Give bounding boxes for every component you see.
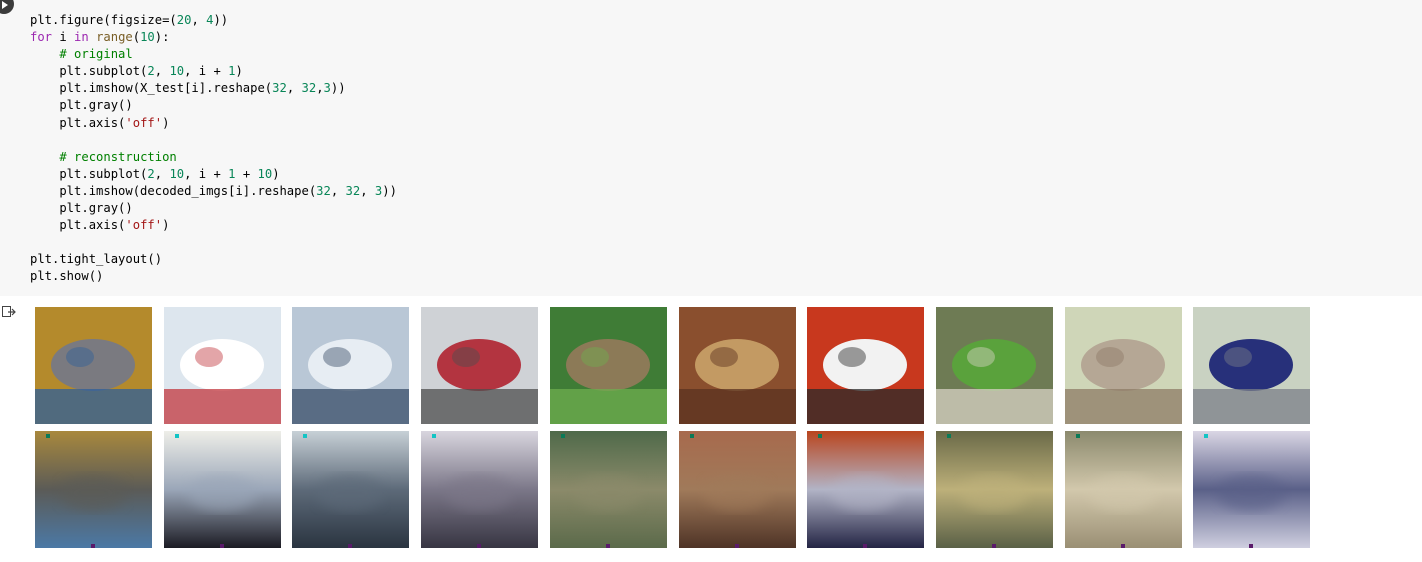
code-line: plt.subplot(2, 10, i + 1 + 10) (30, 166, 280, 181)
original-image-cat (1064, 307, 1182, 424)
original-image-automobile (1193, 307, 1311, 424)
original-image-airplane (421, 307, 539, 424)
code-line: plt.axis('off') (30, 115, 170, 130)
original-image-ship (163, 307, 281, 424)
code-line: plt.tight_layout() (30, 252, 163, 267)
reconstructed-image (1193, 431, 1311, 548)
reconstructed-image (421, 431, 539, 548)
reconstructed-image (35, 431, 152, 548)
code-line: plt.subplot(2, 10, i + 1) (30, 64, 243, 79)
original-image-cat (35, 307, 152, 424)
code-line: plt.imshow(decoded_imgs[i].reshape(32, 3… (30, 183, 397, 198)
reconstructed-image (935, 431, 1053, 548)
code-line: plt.imshow(X_test[i].reshape(32, 32,3)) (30, 81, 346, 96)
reconstructed-image (1064, 431, 1182, 548)
reconstructed-image (163, 431, 281, 548)
code-line: plt.gray() (30, 98, 133, 113)
code-line: # reconstruction (59, 149, 177, 164)
reconstructed-image (549, 431, 667, 548)
code-line: for i in range(10): (30, 30, 170, 45)
run-cell-button[interactable] (0, 0, 14, 14)
output-icon (2, 306, 16, 317)
code-cell[interactable]: plt.figure(figsize=(20, 4)) for i in rang… (0, 0, 1422, 296)
play-icon (2, 1, 8, 9)
cell-output (35, 307, 1325, 552)
reconstructed-image (807, 431, 925, 548)
original-image-ship (292, 307, 410, 424)
original-image-frog (935, 307, 1053, 424)
reconstructed-image (678, 431, 796, 548)
code-editor[interactable]: plt.figure(figsize=(20, 4)) for i in rang… (30, 12, 397, 286)
code-line: plt.show() (30, 269, 104, 284)
code-line: # original (59, 47, 133, 62)
original-image-frog (549, 307, 667, 424)
original-image-automobile (807, 307, 925, 424)
original-image-frog (678, 307, 796, 424)
reconstructed-image (292, 431, 410, 548)
code-line: plt.figure(figsize=(20, 4)) (30, 13, 229, 27)
code-line: plt.gray() (30, 201, 133, 216)
code-line: plt.axis('off') (30, 218, 170, 233)
